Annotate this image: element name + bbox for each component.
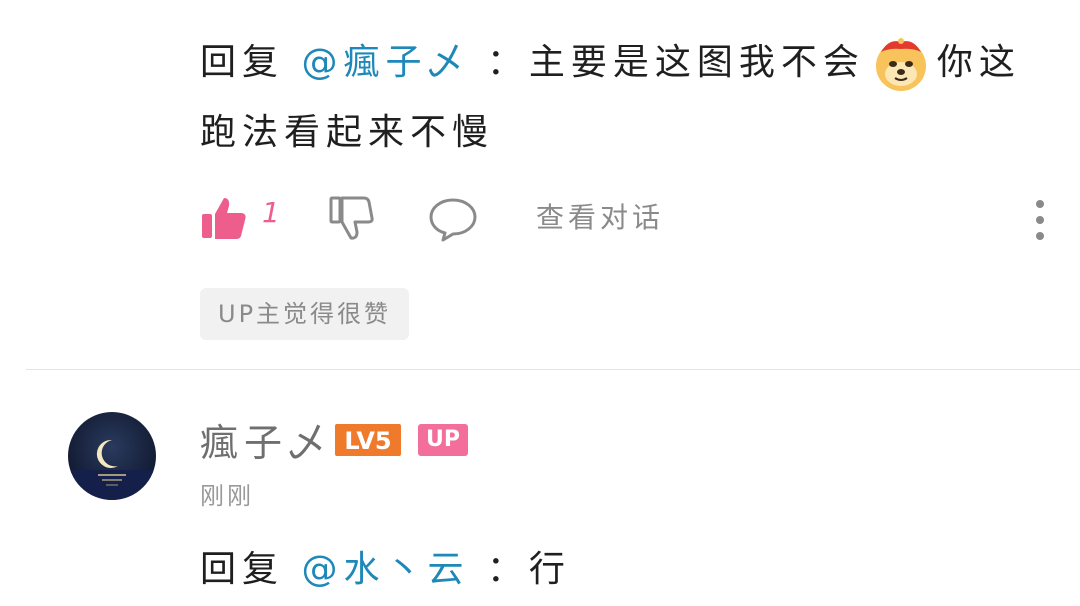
thumbs-up-icon[interactable] (200, 194, 248, 242)
level-badge-icon: LV5 (335, 424, 401, 456)
divider (26, 369, 1080, 370)
comment-text: 回复 @水丶云 ：行 (200, 540, 571, 600)
view-conversation-button[interactable]: 查看对话 (536, 196, 664, 236)
thumbs-down-icon[interactable] (328, 194, 374, 242)
reply-text-part1: ：主要是这图我不会 (469, 42, 865, 83)
level-text: LV5 (344, 427, 391, 455)
more-options-icon[interactable] (1030, 198, 1050, 242)
reply-prefix: 回复 (200, 42, 302, 83)
timestamp: 刚刚 (200, 482, 254, 510)
mention-link[interactable]: @水丶云 (301, 549, 469, 590)
up-tag: UP (418, 424, 468, 456)
reply-prefix: 回复 (200, 549, 302, 590)
reply-text: ：行 (469, 549, 571, 590)
username[interactable]: 瘋子乄 (200, 412, 332, 467)
mention-link[interactable]: @瘋子乄 (301, 42, 469, 83)
comment-icon[interactable] (428, 196, 478, 242)
doge-emoji-icon (875, 38, 926, 91)
comment-actions: 1 查看对话 (200, 190, 1060, 246)
avatar[interactable] (68, 412, 156, 500)
comment-text: 回复 @瘋子乄 ：主要是这图我不会 你这跑法看起来不慢 (200, 28, 1060, 168)
like-count: 1 (262, 196, 280, 229)
up-liked-badge: UP主觉得很赞 (200, 288, 410, 340)
